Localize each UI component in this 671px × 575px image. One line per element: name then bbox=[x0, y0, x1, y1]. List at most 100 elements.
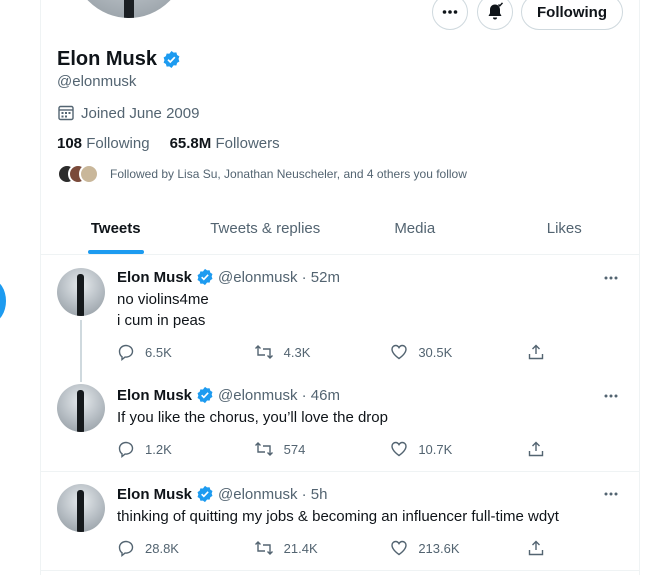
reply-button[interactable]: 1.2K bbox=[117, 440, 227, 458]
like-count: 10.7K bbox=[418, 441, 453, 457]
tweet-meta[interactable]: @elonmusk · 5h bbox=[218, 486, 327, 503]
tweet-line: i cum in peas bbox=[117, 312, 206, 329]
reply-button[interactable]: 6.5K bbox=[117, 343, 227, 361]
verified-badge-icon bbox=[197, 386, 213, 404]
tweet-line: thinking of quitting my jobs & becoming … bbox=[117, 508, 559, 525]
tweet-avatar[interactable] bbox=[57, 268, 105, 316]
tweet-author-name[interactable]: Elon Musk bbox=[117, 387, 192, 404]
profile-handle: @elonmusk bbox=[57, 73, 137, 90]
heart-icon bbox=[391, 540, 408, 556]
tab-media[interactable]: Media bbox=[340, 202, 490, 254]
tweet-text: no violins4me i cum in peas bbox=[117, 289, 209, 331]
verified-badge-icon bbox=[197, 268, 213, 286]
tweet-header: Elon Musk @elonmusk · 5h bbox=[117, 485, 327, 503]
tweet-text: thinking of quitting my jobs & becoming … bbox=[117, 506, 559, 527]
tab-label: Tweets bbox=[90, 219, 141, 237]
tweet-avatar[interactable] bbox=[57, 484, 105, 532]
verified-badge-icon bbox=[163, 50, 180, 69]
reply-count: 1.2K bbox=[145, 441, 172, 457]
following-count-link[interactable]: 108 Following bbox=[57, 135, 150, 152]
share-button[interactable] bbox=[527, 440, 547, 458]
tweet-divider bbox=[41, 570, 639, 571]
share-button[interactable] bbox=[527, 539, 547, 557]
tweet-more-button[interactable] bbox=[601, 484, 621, 504]
share-icon bbox=[528, 540, 544, 556]
more-icon bbox=[604, 492, 618, 496]
retweet-count: 21.4K bbox=[283, 540, 318, 556]
followed-by-text: Followed by Lisa Su, Jonathan Neuscheler… bbox=[110, 167, 467, 181]
tweet-line: If you like the chorus, you’ll love the … bbox=[117, 409, 388, 426]
retweet-button[interactable]: 574 bbox=[254, 440, 364, 458]
retweet-icon bbox=[254, 345, 273, 359]
follower-avatars bbox=[57, 164, 99, 184]
like-count: 213.6K bbox=[418, 540, 460, 556]
following-count: 108 bbox=[57, 135, 83, 152]
heart-icon bbox=[391, 441, 408, 457]
tweet-more-button[interactable] bbox=[601, 386, 621, 406]
tweet[interactable]: Elon Musk @elonmusk · 5h thinking of qui… bbox=[41, 472, 639, 570]
avatar bbox=[79, 164, 99, 184]
followers-count: 65.8M bbox=[169, 135, 212, 152]
reply-icon bbox=[118, 441, 134, 458]
follow-counts: 108 Following 65.8M Followers bbox=[57, 135, 280, 152]
bell-icon bbox=[488, 2, 504, 20]
reply-icon bbox=[118, 344, 134, 361]
profile-tabs: Tweets Tweets & replies Media Likes bbox=[41, 202, 639, 255]
retweet-icon bbox=[254, 541, 273, 555]
joined-date: Joined June 2009 bbox=[57, 104, 199, 122]
like-button[interactable]: 10.7K bbox=[390, 440, 500, 458]
thread-line bbox=[80, 320, 82, 382]
joined-text: Joined June 2009 bbox=[81, 104, 200, 122]
more-icon bbox=[604, 276, 618, 280]
followed-by-row[interactable]: Followed by Lisa Su, Jonathan Neuscheler… bbox=[57, 164, 467, 184]
tweet-author-name[interactable]: Elon Musk bbox=[117, 486, 192, 503]
like-count: 30.5K bbox=[418, 344, 453, 360]
like-button[interactable]: 30.5K bbox=[390, 343, 500, 361]
retweet-button[interactable]: 4.3K bbox=[254, 343, 364, 361]
tweet-actions: 1.2K 574 10.7K bbox=[117, 440, 547, 458]
reply-icon bbox=[118, 540, 134, 557]
share-button[interactable] bbox=[527, 343, 547, 361]
retweet-count: 574 bbox=[283, 441, 306, 457]
profile-name: Elon Musk bbox=[57, 48, 158, 70]
reply-count: 28.8K bbox=[145, 540, 179, 556]
tab-tweets[interactable]: Tweets bbox=[41, 202, 191, 254]
tweet[interactable]: Elon Musk @elonmusk · 52m no violins4me … bbox=[41, 256, 639, 382]
tweet[interactable]: Elon Musk @elonmusk · 46m If you like th… bbox=[41, 374, 639, 470]
tab-tweets-replies[interactable]: Tweets & replies bbox=[191, 202, 341, 254]
following-button[interactable]: Following bbox=[521, 0, 623, 30]
following-label: Following bbox=[86, 135, 150, 152]
tab-label: Tweets & replies bbox=[210, 219, 321, 237]
tweet-meta[interactable]: @elonmusk · 46m bbox=[218, 387, 340, 404]
tab-label: Media bbox=[394, 219, 436, 237]
more-icon bbox=[442, 10, 458, 14]
reply-button[interactable]: 28.8K bbox=[117, 539, 227, 557]
tweet-header: Elon Musk @elonmusk · 46m bbox=[117, 386, 340, 404]
sidebar-tweet-button[interactable] bbox=[0, 280, 6, 322]
profile-name-row: Elon Musk bbox=[57, 48, 181, 71]
verified-badge-icon bbox=[197, 485, 213, 503]
calendar-icon bbox=[58, 105, 74, 121]
tweet-author-name[interactable]: Elon Musk bbox=[117, 269, 192, 286]
followers-label: Followers bbox=[215, 135, 280, 152]
tweet-line: no violins4me bbox=[117, 291, 209, 308]
tab-likes[interactable]: Likes bbox=[490, 202, 640, 254]
tweet-avatar[interactable] bbox=[57, 384, 105, 432]
tweet-text: If you like the chorus, you’ll love the … bbox=[117, 407, 388, 428]
heart-icon bbox=[391, 344, 408, 360]
retweet-button[interactable]: 21.4K bbox=[254, 539, 364, 557]
tab-label: Likes bbox=[546, 219, 582, 237]
like-button[interactable]: 213.6K bbox=[390, 539, 500, 557]
tweet-actions: 6.5K 4.3K 30.5K bbox=[117, 343, 547, 361]
share-icon bbox=[528, 344, 544, 360]
reply-count: 6.5K bbox=[145, 344, 172, 360]
share-icon bbox=[528, 441, 544, 457]
tweet-more-button[interactable] bbox=[601, 268, 621, 288]
retweet-count: 4.3K bbox=[283, 344, 311, 360]
tweet-header: Elon Musk @elonmusk · 52m bbox=[117, 268, 340, 286]
tweet-actions: 28.8K 21.4K 213.6K bbox=[117, 539, 547, 557]
followers-count-link[interactable]: 65.8M Followers bbox=[170, 135, 280, 152]
retweet-icon bbox=[254, 442, 273, 456]
tweet-meta[interactable]: @elonmusk · 52m bbox=[218, 269, 340, 286]
more-icon bbox=[604, 394, 618, 398]
